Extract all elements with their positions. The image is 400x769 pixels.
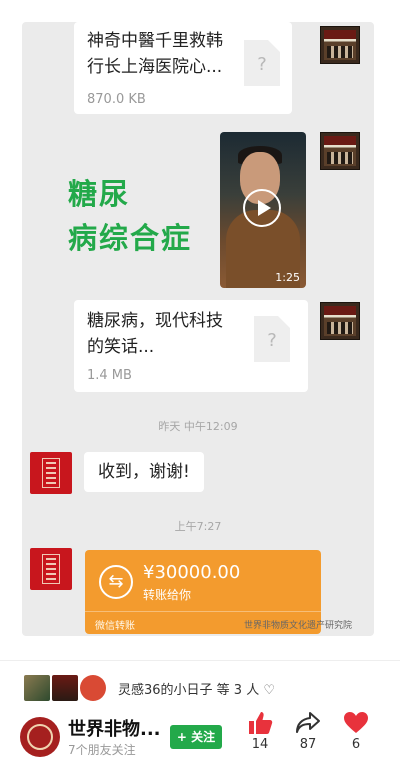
file-icon: ? <box>254 316 290 362</box>
transfer-icon <box>99 565 133 599</box>
timestamp: 上午7:27 <box>174 520 222 533</box>
my-avatar[interactable] <box>30 548 72 590</box>
file-icon: ? <box>244 40 280 86</box>
share-icon <box>296 712 320 733</box>
transfer-description: 转账给你 <box>143 588 192 602</box>
like-button[interactable]: 14 <box>240 711 280 752</box>
timestamp: 昨天 中午12:09 <box>158 420 238 433</box>
follow-button[interactable]: + 关注 <box>170 725 222 749</box>
likers-text: 灵感36的小日子 等 3 人 <box>118 683 260 698</box>
watermark: 世界非物质文化遗产研究院 <box>244 621 353 631</box>
account-avatar[interactable] <box>20 717 60 757</box>
video-message[interactable]: 1:25 <box>220 132 306 288</box>
friends-following: 7个朋友关注 <box>68 743 136 757</box>
chat-screenshot: 神奇中醫千里救韩 行长上海医院心... 870.0 KB ? 糖尿 病综合症 1… <box>22 22 374 636</box>
play-icon[interactable] <box>243 189 281 227</box>
account-name[interactable]: 世界非物... <box>68 715 161 741</box>
file-name: 糖尿病，现代科技 的笑话... <box>87 311 223 357</box>
file-message-2[interactable]: 糖尿病，现代科技 的笑话... 1.4 MB ? <box>74 300 308 392</box>
liker-avatar <box>52 675 78 701</box>
heart-icon <box>344 712 368 733</box>
video-duration: 1:25 <box>275 271 300 284</box>
heart-count: 6 <box>351 737 361 752</box>
post-footer: 灵感36的小日子 等 3 人 ♡ 世界非物... 7个朋友关注 + 关注 14 … <box>0 660 400 769</box>
thumbs-up-icon <box>249 712 273 734</box>
sender-avatar[interactable] <box>320 26 360 64</box>
heart-outline-icon: ♡ <box>263 683 276 698</box>
file-icon-glyph: ? <box>267 330 277 351</box>
favorite-button[interactable]: 6 <box>336 711 376 752</box>
sender-avatar[interactable] <box>320 132 360 170</box>
file-name: 神奇中醫千里救韩 行长上海医院心... <box>87 31 223 77</box>
sender-avatar[interactable] <box>320 302 360 340</box>
share-count: 87 <box>299 737 317 752</box>
file-message-1[interactable]: 神奇中醫千里救韩 行长上海医院心... 870.0 KB ? <box>74 22 292 114</box>
liker-avatar <box>80 675 106 701</box>
liker-avatar <box>24 675 50 701</box>
video-caption: 糖尿 病综合症 <box>68 177 193 255</box>
share-button[interactable]: 87 <box>288 711 328 752</box>
file-icon-glyph: ? <box>257 54 267 75</box>
my-avatar[interactable] <box>30 452 72 494</box>
like-count: 14 <box>251 737 269 752</box>
text-message[interactable]: 收到，谢谢! <box>84 452 204 492</box>
file-size: 1.4 MB <box>87 368 132 383</box>
likers-summary[interactable]: 灵感36的小日子 等 3 人 ♡ <box>118 679 275 698</box>
file-size: 870.0 KB <box>87 92 146 107</box>
transfer-footer: 微信转账 <box>95 621 135 632</box>
transfer-amount: ¥30000.00 <box>143 562 241 583</box>
